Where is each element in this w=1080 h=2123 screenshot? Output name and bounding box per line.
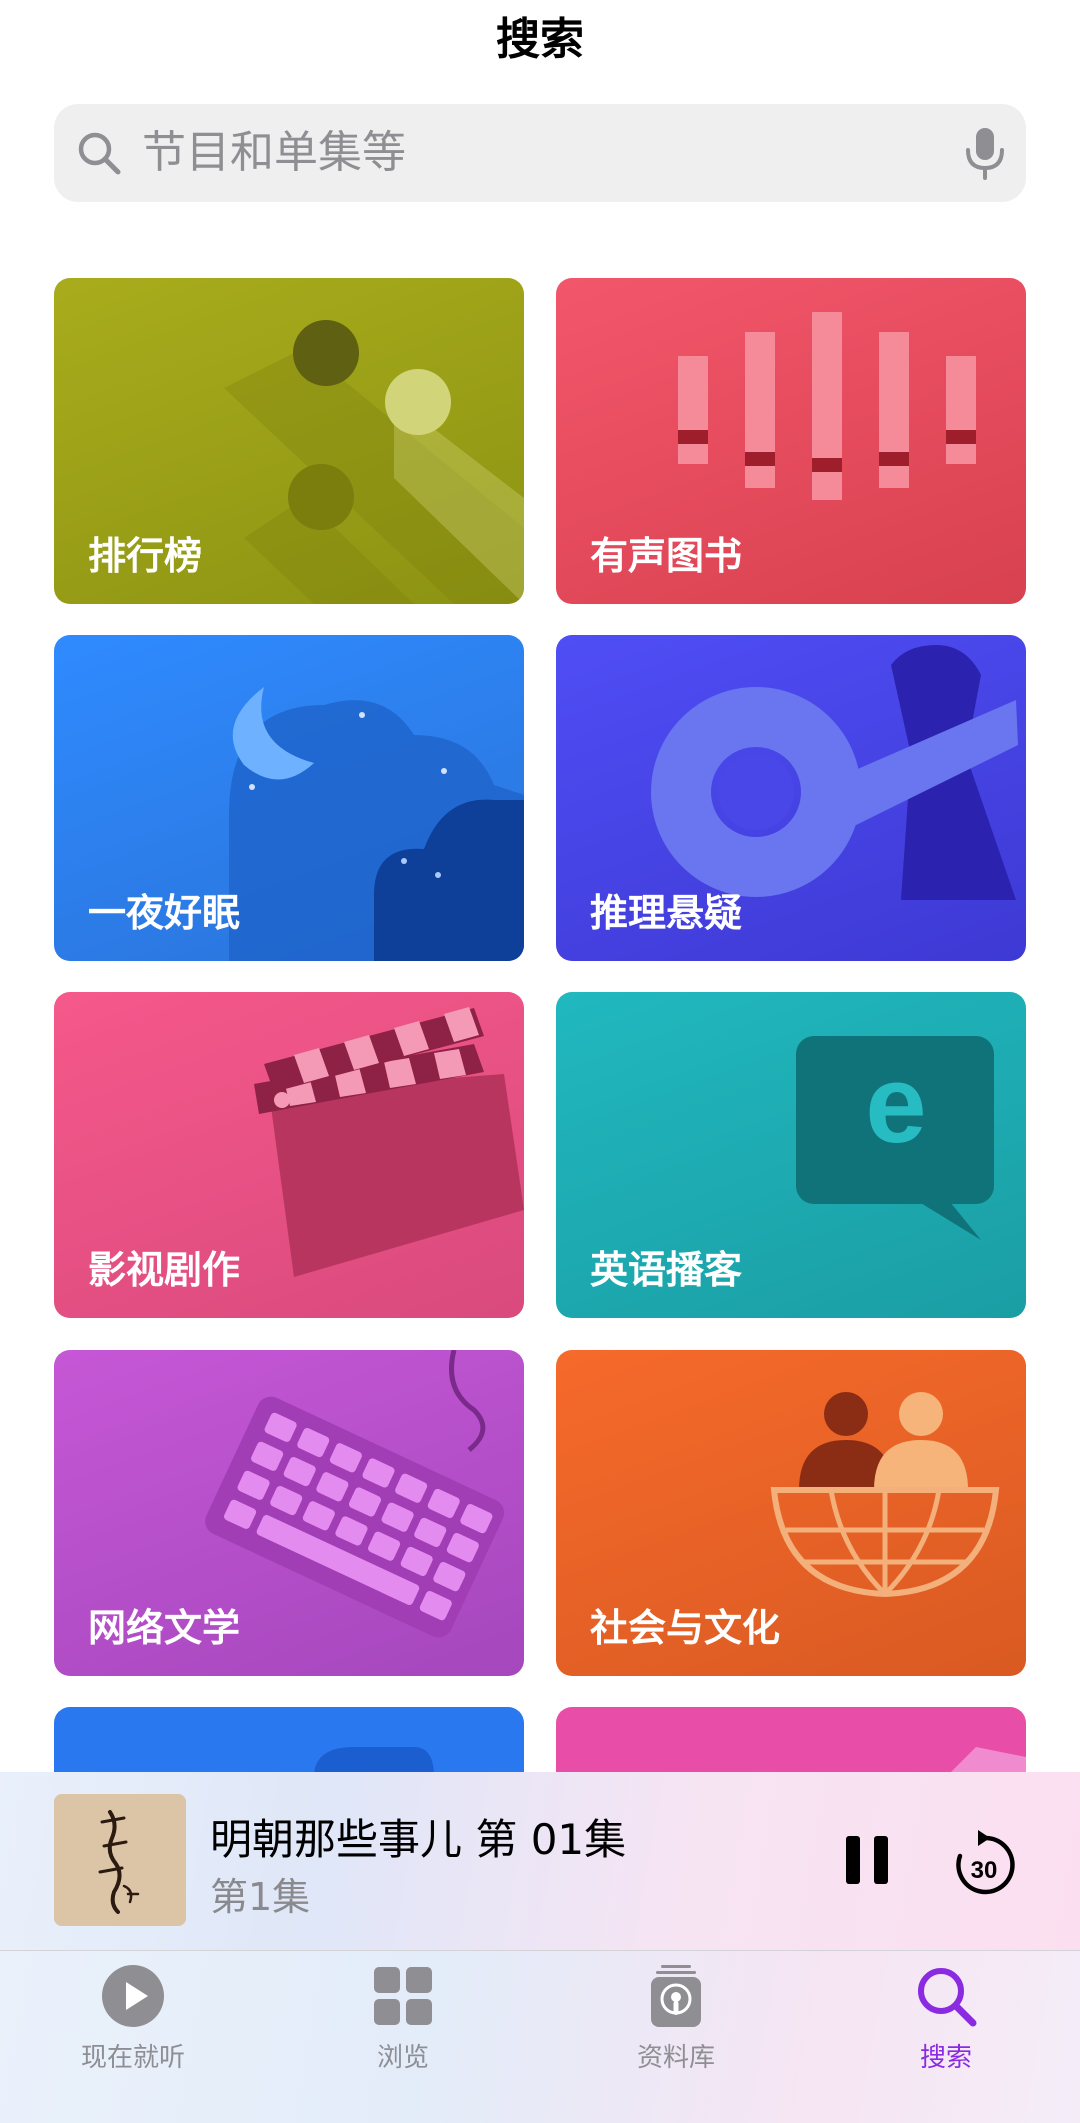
tab-label: 资料库: [636, 2043, 715, 2073]
episode-title: 明朝那些事儿 第 01集: [210, 1815, 627, 1864]
microphone-icon[interactable]: [962, 126, 1008, 180]
page-title: 搜索: [496, 14, 584, 65]
search-input[interactable]: 节目和单集等: [142, 104, 406, 202]
podcast-artwork[interactable]: [54, 1794, 186, 1926]
episode-subtitle: 第1集: [210, 1875, 311, 1919]
category-label: 英语播客: [590, 1248, 743, 1292]
category-charts[interactable]: 排行榜: [54, 278, 524, 604]
category-film[interactable]: 影视剧作: [54, 992, 524, 1318]
search-icon: [918, 1968, 977, 2027]
now-playing-bar[interactable]: 明朝那些事儿 第 01集 第1集 30: [0, 1772, 1080, 1950]
tab-search[interactable]: 搜索: [846, 1963, 1046, 2103]
category-audiobooks[interactable]: 有声图书: [556, 278, 1026, 604]
pause-icon[interactable]: [840, 1830, 894, 1890]
category-label: 一夜好眠: [88, 891, 241, 935]
tab-listen-now[interactable]: 现在就听: [33, 1963, 233, 2103]
category-label: 网络文学: [88, 1606, 241, 1650]
category-web-literature[interactable]: 网络文学: [54, 1350, 524, 1676]
category-mystery[interactable]: 推理悬疑: [556, 635, 1026, 961]
search-page: 搜索 节目和单集等 排行榜 有声图书 一夜好眠 推理悬疑 影视剧作 e 英语播客…: [0, 0, 1080, 2123]
category-label: 有声图书: [590, 534, 743, 578]
tab-label: 现在就听: [80, 2043, 185, 2073]
category-label: 社会与文化: [590, 1606, 781, 1650]
search-icon: [78, 132, 121, 175]
tab-browse[interactable]: 浏览: [303, 1963, 503, 2103]
category-society-culture[interactable]: 社会与文化: [556, 1350, 1026, 1676]
tab-library[interactable]: 资料库: [576, 1963, 776, 2103]
skip-forward-30-icon[interactable]: 30: [952, 1828, 1016, 1898]
grid-icon: [374, 1967, 432, 2025]
svg-text:e: e: [865, 1043, 926, 1166]
tab-bar: 现在就听 浏览 资料库 搜索: [0, 1950, 1080, 2123]
category-english[interactable]: e 英语播客: [556, 992, 1026, 1318]
category-sleep[interactable]: 一夜好眠: [54, 635, 524, 961]
category-label: 排行榜: [88, 534, 203, 578]
library-icon: [651, 1965, 701, 2027]
tab-label: 搜索: [919, 2043, 972, 2073]
skip-seconds-label: 30: [971, 1857, 998, 1884]
play-circle-icon: [102, 1965, 164, 2027]
category-label: 影视剧作: [88, 1248, 241, 1292]
tab-label: 浏览: [376, 2043, 429, 2073]
calligraphy-artwork: [54, 1794, 186, 1926]
category-label: 推理悬疑: [590, 891, 743, 935]
search-bar[interactable]: 节目和单集等: [54, 104, 1026, 202]
